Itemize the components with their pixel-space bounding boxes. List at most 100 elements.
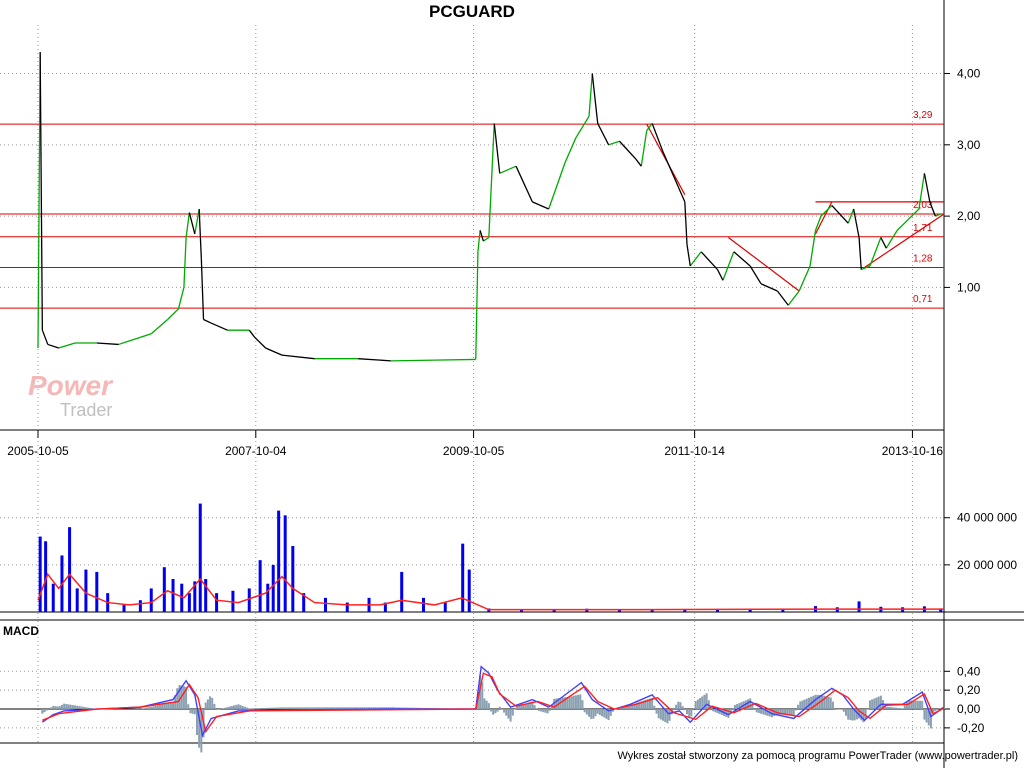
macd-histogram-bar [307, 707, 310, 710]
macd-histogram-bar [263, 707, 266, 710]
price-segment [493, 123, 501, 174]
macd-histogram-bar [897, 707, 900, 710]
macd-histogram-bar [143, 708, 146, 710]
macd-histogram-bar [829, 697, 832, 710]
macd-histogram-bar [855, 709, 858, 720]
volume-bar [122, 604, 126, 612]
price-segment [619, 140, 637, 160]
macd-histogram-bar [241, 705, 244, 710]
macd-histogram-bar [585, 709, 588, 715]
macd-histogram-bar [335, 707, 338, 710]
macd-histogram-bar [265, 707, 268, 710]
macd-histogram-bar [250, 708, 253, 710]
volume-bar [198, 503, 202, 612]
macd-histogram-bar [243, 706, 246, 710]
macd-histogram-bar [331, 707, 334, 710]
macd-histogram-bar [542, 709, 545, 713]
macd-histogram-bar [842, 709, 845, 712]
volume-bar [38, 536, 42, 612]
macd-histogram-bar [840, 709, 843, 710]
level-label: 1,28 [913, 253, 933, 264]
macd-histogram-bar [320, 707, 323, 710]
macd-histogram-bar [675, 704, 678, 710]
macd-histogram-bar [228, 706, 231, 710]
volume-bar [291, 546, 295, 612]
volume-bar [187, 593, 191, 612]
macd-histogram-bar [152, 706, 155, 710]
price-segment [167, 308, 179, 320]
macd-histogram-bar [598, 709, 601, 715]
macd-histogram-bar [797, 704, 800, 710]
level-label: 0,71 [913, 294, 933, 305]
macd-histogram-bar [705, 693, 708, 710]
macd-histogram-bar [696, 699, 699, 710]
macd-histogram-bar [537, 709, 540, 711]
watermark-text: Power [28, 370, 114, 401]
price-series-down [39, 52, 936, 362]
price-segment [575, 115, 590, 139]
price-segment [858, 237, 862, 270]
price-segment [662, 151, 675, 178]
macd-histogram-bar [315, 707, 318, 710]
watermark-text: Trader [60, 400, 112, 420]
price-segment [722, 251, 735, 281]
macd-histogram-bar [879, 695, 882, 710]
macd-histogram-bar [873, 698, 876, 710]
macd-histogram-bar [914, 700, 917, 710]
price-segment [684, 201, 688, 245]
macd-histogram-bar [167, 703, 170, 710]
macd-histogram-bar [293, 707, 296, 710]
price-segment [716, 269, 724, 281]
macd-histogram-bar [570, 696, 573, 710]
volume-bar [162, 567, 166, 612]
macd-histogram-bar [487, 703, 490, 710]
price-segment [597, 123, 610, 146]
macd-y-tick-label: 0,00 [957, 702, 981, 716]
macd-histogram-bar [844, 709, 847, 716]
macd-histogram-bar [328, 707, 331, 710]
macd-histogram-bar [494, 709, 497, 714]
volume-bar [467, 569, 471, 612]
macd-histogram-bar [56, 706, 59, 710]
macd-histogram-bar [590, 709, 593, 719]
price-segment [390, 359, 435, 362]
macd-histogram-bar [237, 704, 240, 710]
macd-histogram-bar [161, 704, 164, 710]
macd-histogram-bar [601, 709, 604, 717]
macd-histogram-bar [313, 707, 316, 710]
macd-y-tick-label: 0,20 [957, 683, 981, 697]
macd-histogram-bar [54, 706, 57, 710]
macd-histogram-bar [540, 709, 543, 712]
macd-histogram-bar [749, 698, 752, 710]
macd-histogram-bar [246, 707, 249, 710]
price-y-tick-label: 3,00 [957, 138, 981, 152]
price-segment [515, 165, 533, 203]
macd-histogram-bar [500, 709, 503, 710]
macd-histogram-bar [890, 707, 893, 710]
macd-histogram-bar [888, 707, 891, 710]
macd-histogram-bar [481, 682, 484, 710]
macd-histogram-bar [280, 707, 283, 710]
price-segment [809, 230, 817, 267]
macd-histogram-bar [653, 705, 656, 710]
macd-histogram-bar [760, 709, 763, 714]
macd-histogram-bar [505, 709, 508, 716]
price-segment [749, 265, 762, 285]
volume-bar [149, 588, 153, 612]
price-segment [673, 176, 686, 203]
macd-histogram-bar [548, 709, 551, 711]
macd-histogram-bar [901, 708, 904, 710]
price-segment [689, 251, 702, 267]
price-y-tick-label: 2,00 [957, 209, 981, 223]
macd-histogram-bar [270, 707, 273, 710]
macd-histogram-bar [84, 707, 87, 710]
volume-bar [68, 527, 72, 612]
macd-histogram-bar [296, 707, 299, 710]
macd-histogram-bar [603, 709, 606, 718]
price-segment [96, 342, 119, 346]
macd-histogram-bar [300, 707, 303, 710]
macd-histogram-bar [67, 704, 70, 710]
macd-histogram-bar [864, 709, 867, 719]
macd-histogram-bar [807, 697, 810, 710]
macd-histogram-bar [156, 705, 159, 710]
